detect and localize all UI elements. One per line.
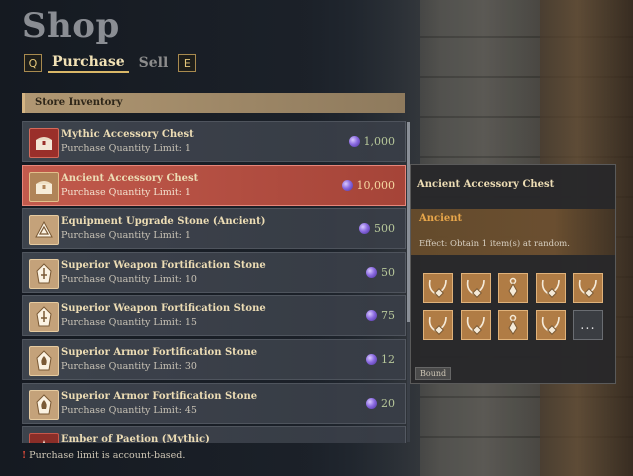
gem-currency-icon (348, 136, 360, 147)
reward-grid: ... (423, 273, 603, 340)
gem-currency-icon (366, 266, 377, 278)
necklace-icon[interactable] (423, 273, 453, 303)
item-limit: Purchase Quantity Limit: 1 (61, 230, 191, 242)
list-item[interactable]: Mythic Accessory Chest Purchase Quantity… (22, 121, 406, 162)
purchase-limit-notice: ! Purchase limit is account-based. (22, 450, 185, 461)
gem-currency-icon (359, 223, 370, 235)
item-limit: Purchase Quantity Limit: 30 (61, 360, 197, 372)
necklace-icon[interactable] (423, 310, 453, 340)
tooltip-effect: Effect: Obtain 1 item(s) at random. (419, 239, 570, 249)
item-name: Ember of Paetion (Mythic) (61, 434, 210, 443)
ember-icon (29, 433, 59, 443)
item-name: Superior Armor Fortification Stone (61, 346, 258, 358)
store-inventory-list: Mythic Accessory Chest Purchase Quantity… (22, 121, 406, 443)
item-price: 10,000 (341, 178, 396, 192)
tab-prev-key-hint[interactable]: Q (24, 54, 42, 72)
armor-stone-icon (29, 345, 59, 376)
price-value: 12 (381, 352, 395, 366)
gem-currency-icon (341, 179, 353, 191)
warning-icon: ! (22, 450, 27, 461)
item-name: Mythic Accessory Chest (61, 129, 194, 140)
necklace-icon[interactable] (573, 273, 603, 303)
necklace-icon[interactable] (535, 273, 566, 303)
weapon-stone-icon (29, 302, 59, 333)
price-value: 50 (381, 265, 395, 279)
page-title: Shop (22, 6, 120, 46)
price-value: 75 (381, 309, 395, 323)
notice-text: Purchase limit is account-based. (29, 450, 186, 461)
list-item[interactable]: Superior Armor Fortification Stone Purch… (22, 382, 406, 424)
bound-tag: Bound (415, 367, 452, 380)
item-price: 50 (366, 266, 395, 279)
chest-icon (29, 128, 59, 158)
tab-purchase[interactable]: Purchase (48, 54, 129, 73)
necklace-icon[interactable] (460, 310, 491, 340)
item-name: Superior Armor Fortification Stone (61, 390, 258, 402)
item-limit: Purchase Quantity Limit: 1 (61, 186, 191, 198)
item-price: 12 (366, 353, 395, 366)
list-item[interactable]: Superior Armor Fortification Stone Purch… (22, 338, 406, 380)
tab-bar: Q Purchase Sell E (24, 52, 197, 74)
item-price: 75 (366, 309, 395, 322)
price-value: 10,000 (356, 178, 396, 192)
item-price: 20 (366, 397, 395, 410)
more-rewards-button[interactable]: ... (573, 310, 603, 340)
tab-next-key-hint[interactable]: E (178, 54, 197, 72)
necklace-icon[interactable] (535, 310, 566, 340)
tooltip-title: Ancient Accessory Chest (417, 179, 555, 190)
item-name: Ancient Accessory Chest (61, 172, 199, 184)
weapon-stone-icon (29, 258, 59, 289)
item-tooltip: Ancient Accessory Chest Ancient Effect: … (410, 164, 616, 384)
list-item[interactable]: Ember of Paetion (Mythic) (22, 426, 406, 443)
armor-stone-icon (29, 389, 59, 420)
item-name: Superior Weapon Fortification Stone (61, 259, 266, 271)
price-value: 20 (381, 396, 395, 410)
gem-currency-icon (366, 397, 377, 409)
list-item[interactable]: Superior Weapon Fortification Stone Purc… (22, 295, 406, 337)
store-inventory-header: Store Inventory (22, 93, 405, 113)
necklace-icon[interactable] (460, 273, 491, 303)
earring-icon[interactable] (498, 310, 528, 340)
gem-currency-icon (366, 310, 377, 322)
earring-icon[interactable] (498, 273, 528, 303)
list-item-selected[interactable]: Ancient Accessory Chest Purchase Quantit… (22, 164, 406, 206)
item-limit: Purchase Quantity Limit: 10 (61, 273, 197, 285)
price-value: 500 (374, 222, 395, 236)
gem-currency-icon (366, 353, 377, 365)
tooltip-grade: Ancient (419, 213, 463, 224)
chest-icon (29, 171, 59, 202)
item-name: Superior Weapon Fortification Stone (61, 303, 266, 315)
item-name: Equipment Upgrade Stone (Ancient) (61, 216, 266, 228)
list-item[interactable]: Equipment Upgrade Stone (Ancient) Purcha… (22, 208, 406, 250)
price-value: 1,000 (363, 135, 396, 148)
item-limit: Purchase Quantity Limit: 1 (61, 143, 191, 154)
list-item[interactable]: Superior Weapon Fortification Stone Purc… (22, 251, 406, 293)
item-limit: Purchase Quantity Limit: 45 (61, 404, 197, 416)
item-price: 500 (359, 222, 395, 235)
upgrade-stone-icon (29, 215, 59, 246)
tab-sell[interactable]: Sell (135, 55, 173, 71)
item-price: 1,000 (348, 135, 396, 148)
item-limit: Purchase Quantity Limit: 15 (61, 317, 197, 329)
